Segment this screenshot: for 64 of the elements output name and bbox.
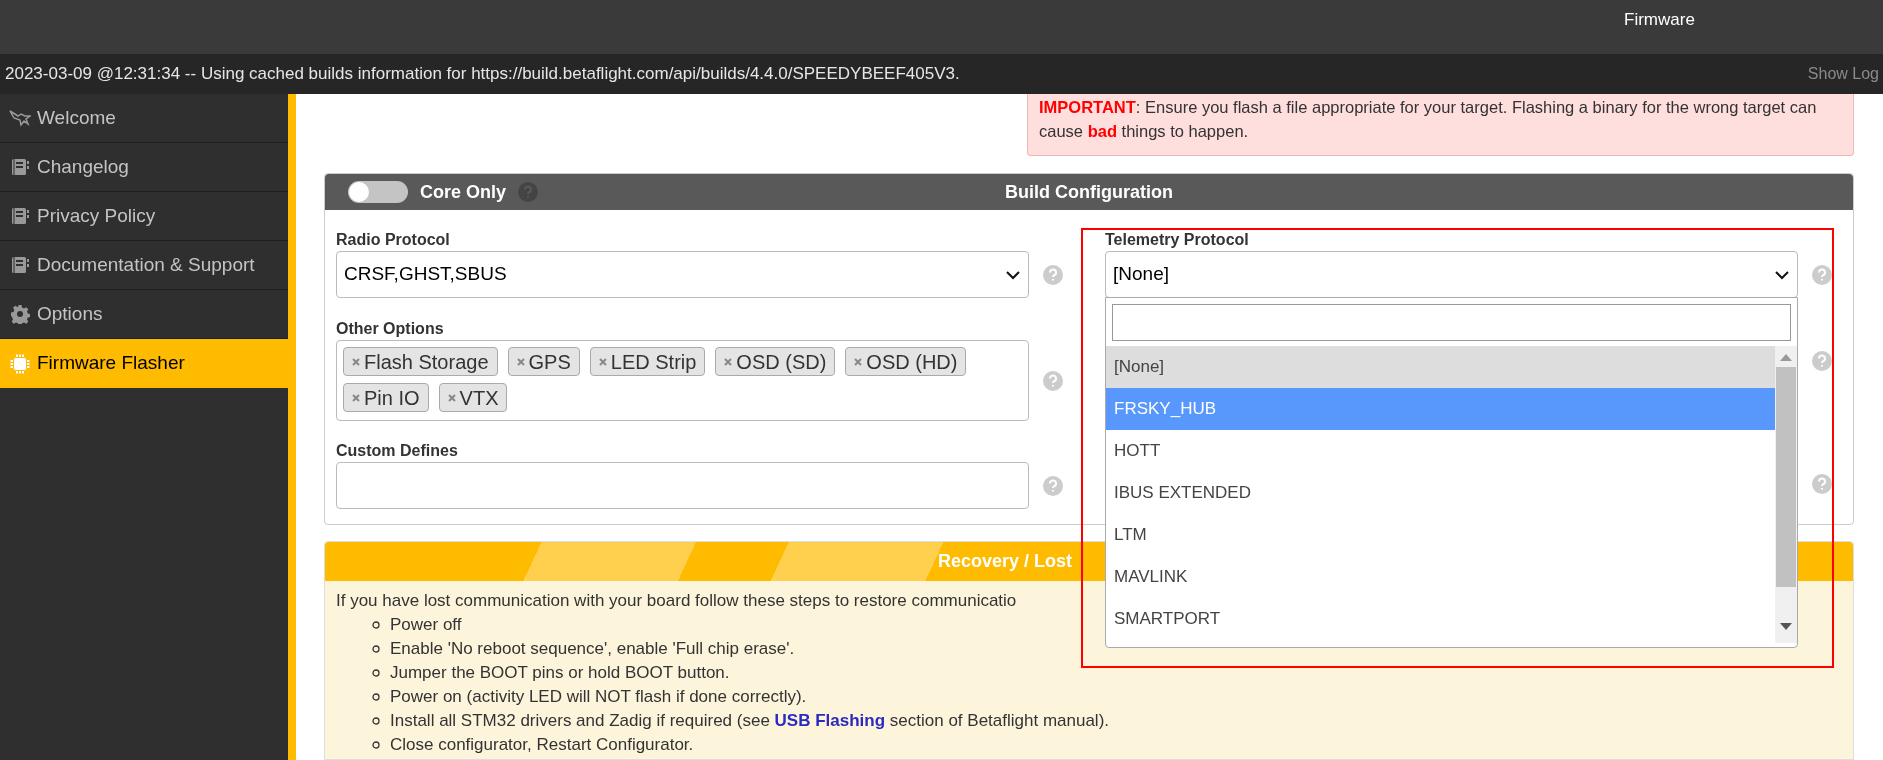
chevron-down-icon (1005, 269, 1021, 280)
gear-icon (10, 304, 30, 324)
remove-icon[interactable] (352, 357, 360, 366)
radio-protocol-select[interactable]: CRSF,GHST,SBUS (336, 251, 1029, 298)
remove-icon[interactable] (598, 357, 607, 366)
recovery-step: Enable 'No reboot sequence', enable 'Full chip erase'. (390, 636, 795, 662)
remove-icon[interactable] (447, 393, 456, 402)
bullet-icon (372, 669, 380, 677)
bullet-icon (372, 741, 380, 749)
field-label: Other Options (336, 319, 445, 339)
bullet-icon (372, 645, 380, 653)
bullet-icon (372, 717, 380, 725)
usb-flashing-link[interactable]: USB Flashing (774, 711, 886, 731)
option-tag[interactable]: Flash Storage (343, 347, 498, 376)
option-tag[interactable]: GPS (507, 347, 580, 376)
recovery-step: Power off (390, 612, 462, 638)
option-tag[interactable]: OSD (HD) (845, 347, 967, 376)
field-label: Telemetry Protocol (1105, 230, 1250, 250)
remove-icon[interactable] (854, 357, 863, 366)
option-tag[interactable]: OSD (SD) (715, 347, 836, 376)
remove-icon[interactable] (724, 357, 733, 366)
bullet-icon (372, 621, 380, 629)
chevron-down-icon (1774, 269, 1790, 280)
chip-icon (10, 353, 30, 374)
log-message: 2023-03-09 @12:31:34 -- Using cached builds information for https://build.betaflight.com/api/builds/4.4.0/SPEEDYBEEF405V3. (5, 63, 960, 86)
help-icon[interactable] (1043, 264, 1063, 285)
field-label: Custom Defines (336, 441, 459, 461)
recovery-step: Jumper the BOOT pins or hold BOOT button. (390, 660, 730, 686)
search-field[interactable] (1112, 304, 1791, 341)
bird-icon (9, 109, 31, 127)
help-icon[interactable] (1043, 370, 1063, 391)
book-icon (10, 157, 30, 177)
recovery-step: Install all STM32 drivers and Zadig if required (see USB Flashing section of Betaflight manual). (390, 708, 1110, 734)
panel-title: Recovery / Lost (938, 550, 1073, 573)
help-icon[interactable] (1043, 475, 1063, 496)
recovery-intro: If you have lost communication with your board follow these steps to restore communicatio (336, 590, 1018, 612)
warning-message: IMPORTANT: Ensure you flash a file appropriate for your target. Flashing a binary for the wrong target can cause bad things to happen. (1027, 94, 1854, 156)
option-tag[interactable]: Pin IO (343, 383, 429, 412)
toggle-label: Core Only (420, 180, 507, 204)
sidebar-item[interactable]: Firmware Flasher (0, 339, 288, 388)
scroll-up-icon[interactable] (1780, 354, 1792, 361)
remove-icon[interactable] (352, 393, 360, 402)
panel-title: Build Configuration (1005, 180, 1173, 204)
scrollbar-thumb[interactable] (1776, 367, 1796, 587)
other-options-field[interactable]: Flash Storage GPS LED Strip OSD (SD) OSD (HD) Pin IO VTX (336, 340, 1029, 421)
dropdown-option[interactable]: [None] (1106, 346, 1775, 388)
help-icon[interactable] (1812, 474, 1832, 494)
scroll-down-icon[interactable] (1780, 623, 1792, 630)
help-icon[interactable] (1812, 264, 1832, 285)
toggle-switch[interactable] (348, 181, 408, 203)
scrollbar[interactable] (1775, 346, 1797, 643)
custom-defines-field[interactable] (336, 462, 1029, 509)
option-tag[interactable]: VTX (438, 383, 508, 412)
show-log-link[interactable]: Show Log (1807, 62, 1879, 86)
remove-icon[interactable] (516, 357, 525, 366)
recovery-step: Power on (activity LED will NOT flash if done correctly). (390, 684, 807, 710)
field-label: Radio Protocol (336, 230, 451, 250)
recovery-step: Close configurator, Restart Configurator. (390, 732, 694, 758)
book-icon (10, 206, 30, 226)
bullet-icon (372, 693, 380, 701)
option-tag[interactable]: LED Strip (589, 347, 706, 376)
help-icon[interactable] (1812, 351, 1832, 371)
firmware-button[interactable]: Firmware (1624, 8, 1695, 32)
book-icon (10, 255, 30, 275)
